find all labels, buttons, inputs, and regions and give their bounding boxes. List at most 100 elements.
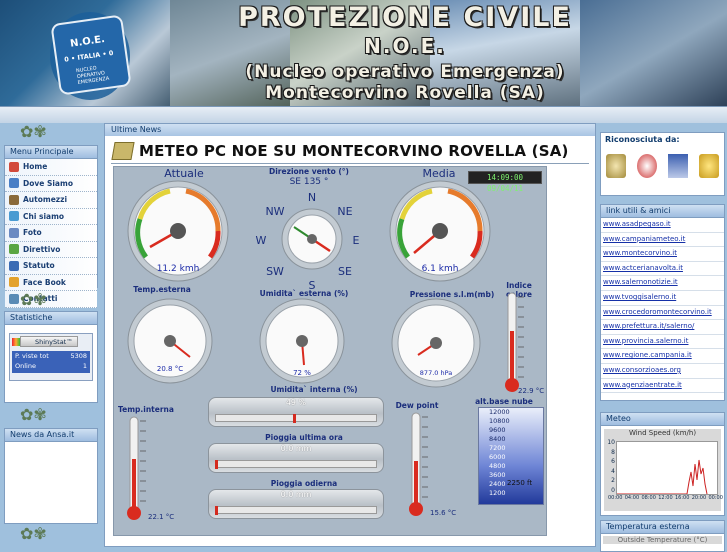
- shinystat-widget[interactable]: ShinyStat™ P. viste tot 5308 Online 1: [9, 333, 93, 381]
- wind-chart-plot: [616, 441, 718, 495]
- menu-item-foto[interactable]: Foto: [5, 225, 97, 242]
- nube-scale-tick: 1200: [489, 489, 506, 497]
- menu-item-home[interactable]: Home: [5, 159, 97, 176]
- slider-marker: [215, 460, 218, 469]
- menu-item-statuto[interactable]: Statuto: [5, 258, 97, 275]
- link-item[interactable]: www.asadpegaso.it: [601, 218, 724, 233]
- dew-label: Dew point: [395, 401, 439, 410]
- wind-chart-title: Wind Speed (km/h): [628, 429, 697, 437]
- title-divider: [111, 163, 589, 164]
- provincia-icon: [698, 154, 719, 178]
- link-item[interactable]: www.crocedoromontecorvino.it: [601, 306, 724, 321]
- pioggia-ora-slider: 0.0 mm: [208, 443, 384, 473]
- link-item[interactable]: www.provincia.salerno.it: [601, 335, 724, 350]
- wind-chart-ytick: 10: [607, 439, 615, 446]
- wind-chart: Wind Speed (km/h) 10 8 6 4 2 0 00:00 04:00 08:0…: [604, 429, 723, 511]
- umid-int-label: Umidita` interna (%): [270, 385, 358, 394]
- header-subtitle: N.O.E.: [364, 34, 446, 58]
- slider-marker: [215, 506, 218, 515]
- noe-logo: N.O.E. 0 • ITALIA • 0 NUCLEO OPERATIVO E…: [50, 4, 155, 104]
- slider-marker: [293, 414, 296, 423]
- slider-track: [215, 414, 377, 422]
- stats-box: Statistiche ShinyStat™ P. viste tot 5308 …: [4, 311, 98, 403]
- attuale-value: 11.2 kmh: [157, 264, 200, 274]
- main-menu-title: Menu Principale: [5, 146, 97, 159]
- menu-item-label: Statuto: [23, 261, 55, 271]
- shinystat-badge[interactable]: ShinyStat™: [20, 336, 78, 347]
- compass-ne: NE: [337, 205, 353, 218]
- link-item[interactable]: www.actcerianavolta.it: [601, 262, 724, 277]
- wind-chart-xtick: 16:00: [675, 495, 690, 501]
- pioggia-ora-value: 0.0 mm: [280, 444, 312, 453]
- menu-item-automezzi[interactable]: Automezzi: [5, 192, 97, 209]
- wind-chart-xtick: 08:00: [641, 495, 656, 501]
- link-item[interactable]: www.prefettura.it/salerno/: [601, 320, 724, 335]
- wind-speed-gauge: 11.2 kmh: [127, 180, 229, 282]
- stat-value: 5308: [70, 352, 87, 360]
- pioggia-ora-label: Pioggia ultima ora: [265, 433, 343, 442]
- links-box: link utili & amici www.asadpegaso.it www.…: [600, 204, 725, 401]
- link-item[interactable]: www.regione.campania.it: [601, 349, 724, 364]
- wind-chart-xtick: 00:00: [708, 495, 723, 501]
- stat-value: 1: [82, 362, 87, 370]
- menu-item-chi-siamo[interactable]: Chi siamo: [5, 208, 97, 225]
- compass-nw: NW: [265, 205, 285, 218]
- umid-int-value: 49 %: [285, 398, 307, 407]
- map-icon: [9, 178, 19, 189]
- folder-icon: [9, 277, 19, 288]
- stat-label: Online: [15, 362, 36, 370]
- wind-chart-ytick: 6: [611, 458, 615, 466]
- temp-int-value: 22.1 °C: [148, 513, 175, 521]
- wind-chart-line: [617, 459, 708, 495]
- link-item[interactable]: www.agenziaentrate.it: [601, 379, 724, 394]
- menu-item-label: Home: [23, 162, 48, 172]
- nube-scale-tick: 6000: [489, 453, 506, 461]
- menu-item-dove-siamo[interactable]: Dove Siamo: [5, 175, 97, 192]
- news-box: News da Ansa.it: [4, 428, 98, 524]
- compass-se: SE: [338, 265, 352, 278]
- flourish-ornament: ✿✾: [20, 122, 47, 141]
- recognized-box: Riconosciuta da:: [600, 132, 725, 196]
- cart-icon: [9, 194, 19, 205]
- contact-icon: [9, 293, 19, 304]
- menu-item-label: Automezzi: [23, 195, 68, 205]
- home-icon: [9, 161, 19, 172]
- section-title: Ultime News: [105, 124, 595, 136]
- pressure-gauge: 877.0 hPa: [391, 298, 481, 388]
- flourish-ornament: ✿✾: [20, 405, 47, 424]
- nube-value: 2250 ft: [507, 479, 533, 487]
- link-item[interactable]: www.campaniameteo.it: [601, 233, 724, 248]
- menu-item-face-book[interactable]: Face Book: [5, 274, 97, 291]
- compass-e: E: [352, 234, 360, 247]
- compass-w: W: [255, 234, 267, 247]
- link-item[interactable]: www.consorzioaes.org: [601, 364, 724, 379]
- temp-int-label: Temp.interna: [118, 405, 174, 414]
- wind-chart-ytick: 2: [611, 477, 615, 485]
- info-icon: [9, 211, 19, 222]
- pencil-icon: [111, 142, 135, 160]
- menu-item-label: Face Book: [23, 277, 66, 287]
- menu-item-direttivo[interactable]: Direttivo: [5, 241, 97, 258]
- temp-chart-title: Outside Temperature (°C): [603, 536, 722, 544]
- wind-chart-yaxis: 10 8 6 4 2 0: [604, 439, 615, 497]
- flourish-ornament: ✿✾: [20, 290, 47, 309]
- cloud-base-scale: 12000 10800 9600 8400 7200 6000 4800 3600 2400 12…: [478, 407, 544, 505]
- meteo-box: Meteo Wind Speed (km/h) 10 8 6 4 2 0 00:00 04:…: [600, 412, 725, 516]
- pioggia-oggi-label: Pioggia odierna: [270, 479, 338, 488]
- flourish-ornament: ✿✾: [20, 524, 47, 543]
- menu-item-label: Dove Siamo: [23, 178, 73, 188]
- link-item[interactable]: www.montecorvino.it: [601, 247, 724, 262]
- nube-scale-tick: 9600: [489, 426, 506, 434]
- compass-n: N: [307, 191, 317, 204]
- meteo-title: Meteo: [601, 413, 724, 426]
- photo-icon: [9, 227, 19, 238]
- header-title: PROTEZIONE CIVILE: [238, 2, 572, 33]
- pioggia-oggi-slider: 0.0 mm: [208, 489, 384, 519]
- protezione-civile-icon: [637, 154, 658, 178]
- nube-scale-tick: 4800: [489, 462, 506, 470]
- umid-ext-value: 72 %: [293, 369, 311, 377]
- link-item[interactable]: www.salernonotizie.it: [601, 276, 724, 291]
- slider-track: [215, 506, 377, 514]
- wind-dir-value: SE 135 °: [289, 177, 329, 187]
- link-item[interactable]: www.tvoggisalerno.it: [601, 291, 724, 306]
